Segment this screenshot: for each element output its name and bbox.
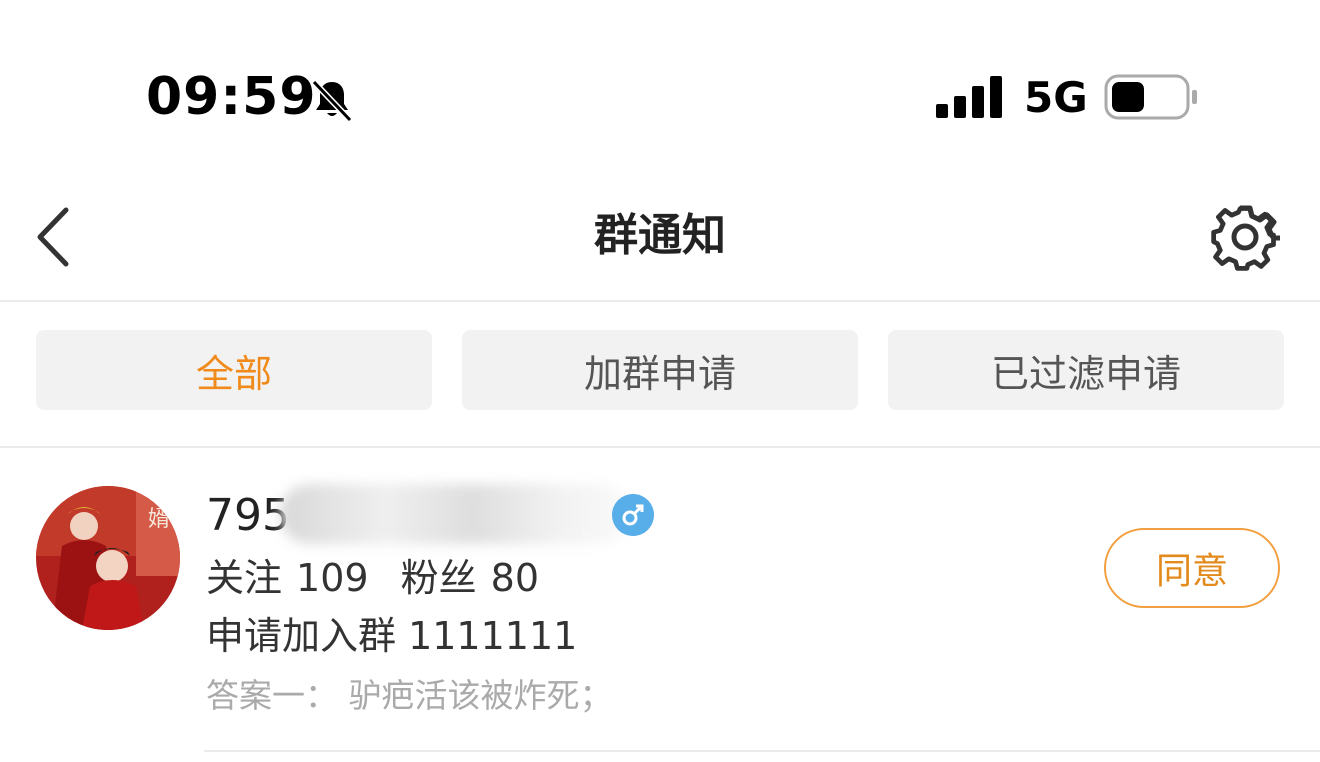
battery-icon [1104, 74, 1197, 120]
status-time: 09:59 [146, 67, 317, 127]
tab-filtered-requests[interactable]: 已过滤申请 [888, 330, 1284, 410]
network-type: 5G [1024, 73, 1088, 122]
tabs-divider [0, 446, 1320, 448]
bell-muted-icon [311, 79, 353, 123]
agree-button[interactable]: 同意 [1104, 528, 1280, 608]
status-bar: 09:59 5G [0, 0, 1320, 190]
answer-text: 答案一： 驴疤活该被炸死； [206, 676, 613, 715]
username-redaction [280, 484, 630, 544]
follow-label: 关注 [206, 556, 283, 600]
item-divider [204, 750, 1320, 752]
follow-stat: 关注 109 [206, 556, 369, 600]
tab-all[interactable]: 全部 [36, 330, 432, 410]
page-title: 群通知 [594, 210, 726, 261]
svg-text:婿: 婿 [148, 507, 170, 532]
fans-stat: 粉丝 80 [401, 556, 539, 600]
gear-icon[interactable] [1210, 202, 1280, 272]
apply-text: 申请加入群 1111111 [206, 614, 578, 658]
male-icon [612, 494, 654, 536]
user-stats: 关注 109 粉丝 80 [206, 552, 559, 604]
fans-count: 80 [490, 556, 540, 600]
avatar[interactable]: 婿 [36, 486, 180, 630]
nav-divider [0, 300, 1320, 302]
fans-label: 粉丝 [400, 556, 477, 600]
username[interactable]: 795 [206, 490, 290, 542]
signal-icon [936, 76, 1002, 118]
follow-count: 109 [296, 556, 369, 600]
tab-join-requests[interactable]: 加群申请 [462, 330, 858, 410]
